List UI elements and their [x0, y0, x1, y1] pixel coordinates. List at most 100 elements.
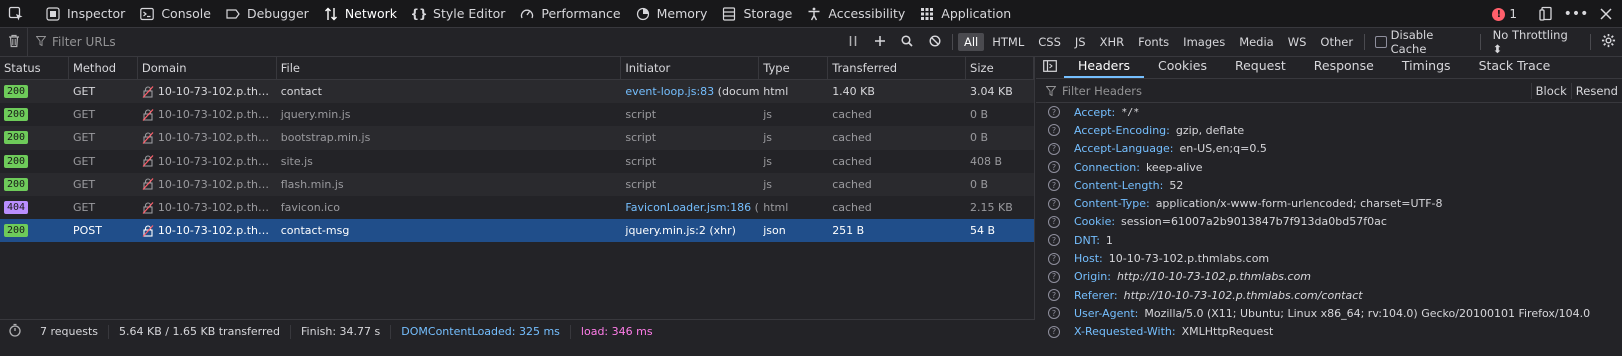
- tab-timings[interactable]: Timings: [1388, 58, 1465, 78]
- throttling-select[interactable]: No Throttling ⬍: [1485, 28, 1586, 56]
- network-icon: [323, 6, 339, 22]
- tab-accessibility[interactable]: Accessibility: [799, 0, 912, 28]
- type-filter-all[interactable]: All: [957, 33, 985, 51]
- initiator-link[interactable]: FaviconLoader.jsm:186: [625, 201, 751, 214]
- type-filter-xhr[interactable]: XHR: [1094, 33, 1131, 51]
- help-icon[interactable]: ?: [1048, 289, 1060, 302]
- type-filter-js[interactable]: JS: [1069, 33, 1092, 51]
- request-row[interactable]: 404 GET 10-10-73-102.p.thmla… favicon.ico Fa…: [0, 196, 1034, 219]
- help-icon[interactable]: ?: [1048, 252, 1060, 265]
- help-icon[interactable]: ?: [1048, 307, 1060, 320]
- header-value: http://10-10-73-102.p.thmlabs.com/contac…: [1123, 288, 1363, 302]
- header-name: X-Requested-With:: [1074, 325, 1176, 339]
- more-options-button[interactable]: •••: [1561, 0, 1591, 28]
- type-filter-media[interactable]: Media: [1233, 33, 1280, 51]
- request-row[interactable]: 200 GET 10-10-73-102.p.thmla… jquery.min.js…: [0, 103, 1034, 126]
- column-header-type[interactable]: Type: [759, 56, 829, 80]
- help-icon[interactable]: ?: [1048, 106, 1060, 119]
- header-value: en-US,en;q=0.5: [1179, 142, 1267, 156]
- filter-headers-input[interactable]: Filter Headers Block Resend: [1036, 79, 1622, 103]
- domain-text: 10-10-73-102.p.thmla…: [157, 108, 277, 122]
- file-cell: site.js: [280, 154, 313, 168]
- pause-button[interactable]: [840, 28, 867, 56]
- help-icon[interactable]: ?: [1048, 234, 1060, 247]
- resend-button[interactable]: Resend: [1570, 82, 1622, 99]
- request-row[interactable]: 200 GET 10-10-73-102.p.thmla… site.js script…: [0, 150, 1034, 173]
- toggle-sidebar-button[interactable]: [1036, 56, 1064, 78]
- help-icon[interactable]: ?: [1048, 215, 1060, 228]
- column-header-initiator[interactable]: Initiator: [621, 56, 760, 80]
- tab-console[interactable]: Console: [132, 0, 218, 28]
- initiator-text: script: [625, 131, 657, 145]
- tab-style-editor[interactable]: {} Style Editor: [404, 0, 512, 28]
- network-settings-button[interactable]: [1595, 28, 1622, 56]
- request-row[interactable]: 200 GET 10-10-73-102.p.thmla… contact event-…: [0, 80, 1034, 104]
- transferred-cell: cached: [832, 131, 872, 145]
- column-header-domain[interactable]: Domain: [138, 56, 277, 80]
- clear-requests-button[interactable]: [0, 28, 27, 56]
- ellipsis-icon: •••: [1563, 6, 1589, 22]
- block-button[interactable]: Block: [1530, 82, 1571, 99]
- tab-application[interactable]: Application: [912, 0, 1018, 28]
- debugger-icon: [225, 6, 241, 22]
- tab-network[interactable]: Network: [316, 0, 404, 28]
- performance-analysis-button[interactable]: [0, 323, 30, 340]
- insecure-lock-icon: [142, 201, 154, 214]
- help-icon[interactable]: ?: [1048, 179, 1060, 192]
- stopwatch-icon: [8, 323, 22, 340]
- column-header-file[interactable]: File: [277, 56, 622, 80]
- header-name: Content-Length:: [1074, 178, 1164, 192]
- block-requests-button[interactable]: [921, 28, 948, 56]
- initiator-link[interactable]: event-loop.js:83: [625, 85, 714, 98]
- type-cell: html: [763, 85, 789, 99]
- tab-response[interactable]: Response: [1300, 58, 1388, 78]
- tab-inspector[interactable]: Inspector: [38, 0, 132, 28]
- element-picker-button[interactable]: [0, 0, 38, 28]
- header-row: ? Content-Length: 52: [1036, 176, 1622, 194]
- status-cell: 200: [0, 80, 69, 103]
- tab-stack-trace[interactable]: Stack Trace: [1465, 58, 1565, 78]
- type-filter-css[interactable]: CSS: [1032, 33, 1067, 51]
- request-row[interactable]: 200 POST 10-10-73-102.p.thmla… contact-msg j…: [0, 219, 1034, 243]
- type-filter-fonts[interactable]: Fonts: [1132, 33, 1175, 51]
- add-request-button[interactable]: [867, 28, 894, 56]
- help-icon[interactable]: ?: [1048, 197, 1060, 210]
- help-icon[interactable]: ?: [1048, 124, 1060, 137]
- disable-cache-checkbox[interactable]: Disable Cache: [1375, 28, 1470, 56]
- help-icon[interactable]: ?: [1048, 142, 1060, 155]
- tab-memory[interactable]: Memory: [628, 0, 715, 28]
- sidebar-toggle-icon: [1043, 59, 1057, 75]
- error-count-badge[interactable]: ! 1: [1492, 7, 1517, 21]
- dom-content-loaded-time: DOMContentLoaded: 325 ms: [391, 324, 571, 339]
- column-header-size[interactable]: Size: [966, 56, 1034, 80]
- type-filter-html[interactable]: HTML: [986, 33, 1030, 51]
- initiator-text: jquery.min.js:2 (xhr): [625, 224, 736, 238]
- header-name: Origin:: [1074, 270, 1111, 284]
- help-icon[interactable]: ?: [1048, 270, 1060, 283]
- tab-storage[interactable]: Storage: [714, 0, 799, 28]
- filter-urls-input[interactable]: Filter URLs: [27, 28, 840, 56]
- help-icon[interactable]: ?: [1048, 161, 1060, 174]
- request-row[interactable]: 200 GET 10-10-73-102.p.thmla… flash.min.js s…: [0, 172, 1034, 196]
- column-header-transferred[interactable]: Transferred: [828, 56, 967, 80]
- close-toolbox-button[interactable]: [1591, 0, 1622, 28]
- type-filter-ws[interactable]: WS: [1282, 33, 1313, 51]
- type-cell: js: [763, 131, 773, 145]
- request-row[interactable]: 200 GET 10-10-73-102.p.thmla… bootstrap.min…: [0, 126, 1034, 150]
- tab-performance[interactable]: Performance: [512, 0, 627, 28]
- header-value: keep-alive: [1145, 160, 1203, 174]
- help-icon[interactable]: ?: [1048, 325, 1060, 338]
- size-cell: 3.04 KB: [970, 85, 1013, 99]
- tab-request[interactable]: Request: [1221, 58, 1300, 78]
- tab-headers[interactable]: Headers: [1064, 58, 1145, 78]
- summary-bar: 7 requests 5.64 KB / 1.65 KB transferred…: [0, 319, 1035, 343]
- column-header-method[interactable]: Method: [69, 56, 138, 80]
- pause-icon: [848, 35, 858, 50]
- type-filter-images[interactable]: Images: [1177, 33, 1231, 51]
- type-filter-other[interactable]: Other: [1314, 33, 1359, 51]
- tab-debugger[interactable]: Debugger: [218, 0, 316, 28]
- dock-options-button[interactable]: [1531, 0, 1561, 28]
- search-button[interactable]: [894, 28, 921, 56]
- column-header-status[interactable]: Status: [0, 56, 69, 80]
- tab-cookies[interactable]: Cookies: [1144, 58, 1221, 78]
